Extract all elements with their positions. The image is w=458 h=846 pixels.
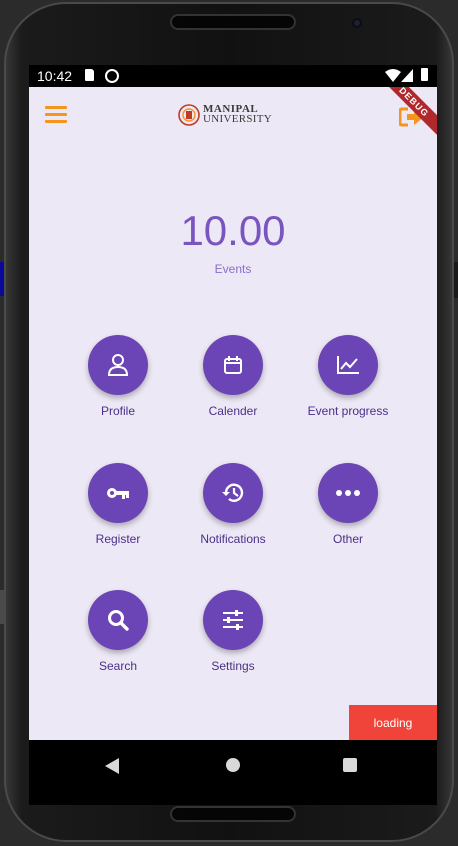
battery-icon (421, 68, 428, 81)
home-icon[interactable] (226, 758, 240, 772)
profile-circle[interactable] (88, 335, 148, 395)
wifi-icon (385, 69, 401, 82)
more-horizontal-icon (336, 490, 360, 496)
menu-icon-bar (45, 113, 67, 116)
app-body: MANIPAL UNIVERSITY DEBUG 10.00 Events Pr… (29, 87, 437, 740)
profile-tile[interactable]: Profile (58, 335, 178, 435)
settings-tile[interactable]: Settings (173, 590, 293, 690)
back-icon[interactable] (105, 758, 119, 774)
status-bar: 10:42 (29, 65, 437, 87)
person-icon (107, 354, 129, 376)
notifications-circle[interactable] (203, 463, 263, 523)
logo-line2: UNIVERSITY (203, 113, 272, 125)
event-progress-tile[interactable]: Event progress (288, 335, 408, 435)
calendar-circle[interactable] (203, 335, 263, 395)
menu-icon (45, 106, 67, 109)
loading-toast: loading (349, 705, 437, 740)
calendar-icon (224, 356, 242, 374)
search-icon (108, 610, 129, 631)
front-camera (352, 18, 362, 28)
other-tile[interactable]: Other (288, 463, 408, 563)
calendar-tile[interactable]: Calender (173, 335, 293, 435)
university-seal-icon (178, 104, 200, 126)
recent-apps-icon[interactable] (343, 758, 357, 772)
settings-circle[interactable] (203, 590, 263, 650)
university-logo: MANIPAL UNIVERSITY (177, 102, 281, 130)
sd-card-icon (85, 69, 94, 81)
other-circle[interactable] (318, 463, 378, 523)
register-tile[interactable]: Register (58, 463, 178, 563)
other-label: Other (332, 532, 363, 546)
settings-label: Settings (211, 659, 255, 673)
key-icon (107, 488, 129, 499)
signal-icon (401, 69, 413, 82)
search-circle[interactable] (88, 590, 148, 650)
app-bar: MANIPAL UNIVERSITY (29, 87, 437, 145)
events-count: 10.00 (180, 207, 286, 254)
bottom-speaker (170, 806, 296, 822)
chart-line-icon (337, 356, 359, 374)
sliders-icon (223, 610, 243, 630)
menu-button[interactable] (45, 106, 67, 124)
notifications-tile[interactable]: Notifications (173, 463, 293, 563)
logo-wordmark: MANIPAL UNIVERSITY (203, 104, 272, 125)
event-progress-circle[interactable] (318, 335, 378, 395)
device-screen: 10:42 MANIPAL UNIVERSITY DEBUG 10.00 Eve… (29, 65, 437, 805)
event-progress-label: Event progress (307, 404, 389, 418)
search-tile[interactable]: Search (58, 590, 178, 690)
events-count-label: Events (214, 262, 252, 276)
status-time: 10:42 (37, 68, 73, 84)
top-speaker (170, 14, 296, 30)
register-circle[interactable] (88, 463, 148, 523)
navigation-bar (29, 740, 437, 805)
menu-icon-bar (45, 120, 67, 123)
sync-icon (105, 69, 119, 83)
history-icon (222, 483, 244, 502)
